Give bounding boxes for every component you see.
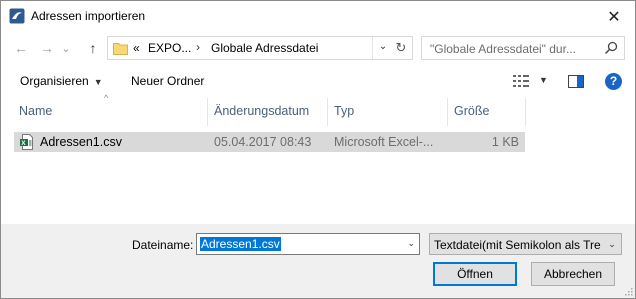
folder-icon xyxy=(113,43,128,55)
close-icon: ✕ xyxy=(607,8,621,26)
cancel-button[interactable]: Abbrechen xyxy=(531,262,615,286)
resize-grip-icon[interactable] xyxy=(623,286,633,296)
file-list: ^ Name Änderungsdatum Typ Größe X Adress… xyxy=(1,93,635,224)
open-button[interactable]: Öffnen xyxy=(433,262,517,286)
up-button[interactable]: ↑ xyxy=(83,38,103,58)
close-button[interactable]: ✕ xyxy=(593,1,635,32)
file-type-filter-select[interactable]: Textdatei(mit Semikolon als Tre ⌄ xyxy=(429,233,622,255)
command-bar: Organisieren ▼ Neuer Ordner ▼ ? xyxy=(1,65,635,97)
new-folder-label: Neuer Ordner xyxy=(131,74,205,88)
column-header-type[interactable]: Typ xyxy=(334,104,354,118)
address-overflow[interactable]: « xyxy=(133,41,140,55)
caret-down-icon: ▼ xyxy=(93,77,103,87)
organize-button[interactable]: Organisieren ▼ xyxy=(20,74,103,88)
address-dropdown-icon[interactable]: ⌄ xyxy=(374,41,392,52)
forward-button[interactable]: → xyxy=(37,38,57,58)
breadcrumb-globale-adressdatei[interactable]: Globale Adressdatei xyxy=(211,41,318,55)
help-icon[interactable]: ? xyxy=(605,73,622,90)
filename-value[interactable]: Adressen1.csv xyxy=(200,237,281,251)
back-button[interactable]: ← xyxy=(11,38,31,58)
app-icon xyxy=(9,8,25,24)
chevron-down-icon: ⌄ xyxy=(61,42,71,55)
sort-ascending-icon: ^ xyxy=(104,93,109,103)
column-divider[interactable] xyxy=(327,98,328,126)
column-header-size[interactable]: Größe xyxy=(454,104,489,118)
svg-text:X: X xyxy=(21,140,26,147)
column-header-name[interactable]: Name xyxy=(19,104,52,118)
recent-locations-button[interactable]: ⌄ xyxy=(59,38,73,58)
search-icon[interactable] xyxy=(604,41,618,55)
excel-csv-icon: X xyxy=(20,134,33,150)
organize-label: Organisieren xyxy=(20,74,89,88)
divider xyxy=(372,37,373,59)
search-input[interactable]: "Globale Adressdatei" dur... xyxy=(421,36,625,60)
preview-pane-icon[interactable] xyxy=(568,75,584,88)
table-row[interactable]: X Adressen1.csv 05.04.2017 08:43 Microso… xyxy=(14,132,525,152)
filename-combobox[interactable]: Adressen1.csv ⌄ xyxy=(196,233,420,255)
column-divider[interactable] xyxy=(447,98,448,126)
file-type: Microsoft Excel-... xyxy=(334,135,434,149)
file-modified: 05.04.2017 08:43 xyxy=(214,135,312,149)
chevron-down-icon[interactable]: ⌄ xyxy=(603,234,621,254)
forward-arrow-icon: → xyxy=(40,40,54,56)
chevron-down-icon[interactable]: ⌄ xyxy=(407,238,415,249)
column-divider[interactable] xyxy=(525,98,526,126)
bottom-panel: Dateiname: Adressen1.csv ⌄ Textdatei(mit… xyxy=(1,224,635,298)
back-arrow-icon: ← xyxy=(14,40,28,56)
view-options-icon[interactable] xyxy=(513,75,529,87)
breadcrumb-expo[interactable]: EXPO... xyxy=(148,41,191,55)
view-caret-down-icon[interactable]: ▼ xyxy=(539,75,548,85)
column-divider[interactable] xyxy=(207,98,208,126)
up-arrow-icon: ↑ xyxy=(89,40,97,56)
file-size: 1 KB xyxy=(491,135,519,149)
window-title: Adressen importieren xyxy=(31,9,146,23)
search-placeholder: "Globale Adressdatei" dur... xyxy=(430,42,576,56)
filename-label: Dateiname: xyxy=(132,238,194,252)
refresh-icon[interactable]: ↻ xyxy=(392,40,410,56)
address-bar[interactable]: « EXPO... › Globale Adressdatei ⌄ ↻ xyxy=(107,36,413,60)
filter-value: Textdatei(mit Semikolon als Tre xyxy=(434,238,601,252)
column-header-modified[interactable]: Änderungsdatum xyxy=(214,104,309,118)
breadcrumb-separator[interactable]: › xyxy=(196,40,200,54)
file-name: Adressen1.csv xyxy=(40,135,122,149)
title-bar: Adressen importieren ✕ xyxy=(1,1,635,32)
new-folder-button[interactable]: Neuer Ordner xyxy=(131,74,204,88)
file-open-dialog: Adressen importieren ✕ ← → ⌄ ↑ « EXPO...… xyxy=(0,0,636,299)
